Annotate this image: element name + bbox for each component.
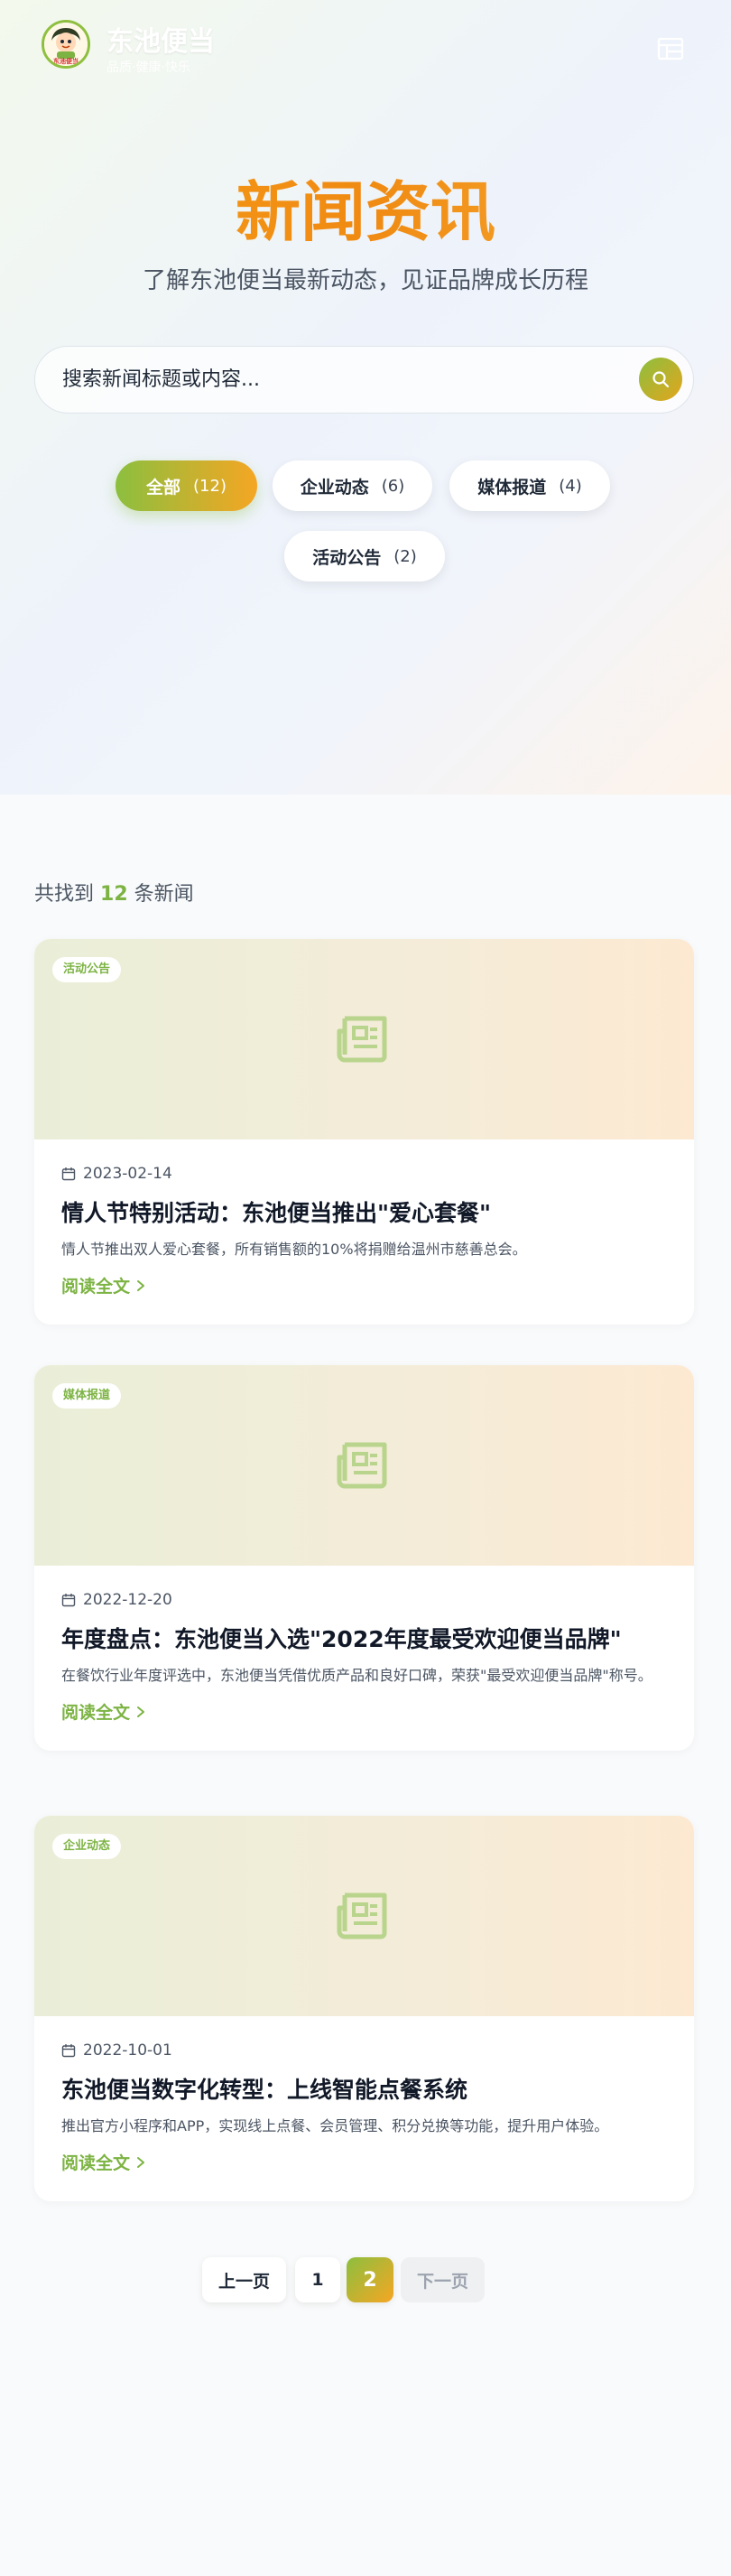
news-card-body: 2022-12-20 年度盘点：东池便当入选"2022年度最受欢迎便当品牌" 在… (34, 1566, 694, 1751)
news-card[interactable]: 活动公告 2023-02-14 情人节特别活动：东池便当推出"爱心套餐" 情人节… (34, 939, 694, 1325)
page-title: 新闻资讯 (0, 172, 731, 253)
site-header: 东池便当 东池便当 品质·健康·快乐 (0, 0, 731, 99)
news-card[interactable]: 媒体报道 2022-12-20 年度盘点：东池便当入选"2022年度最受欢迎便当… (34, 1365, 694, 1751)
menu-icon (657, 37, 684, 60)
read-more-label: 阅读全文 (61, 1277, 131, 1297)
page-subtitle: 了解东池便当最新动态，见证品牌成长历程 (142, 267, 588, 294)
chevron-right-icon (137, 1706, 145, 1717)
news-title[interactable]: 东池便当数字化转型：上线智能点餐系统 (61, 2074, 667, 2106)
news-title[interactable]: 年度盘点：东池便当入选"2022年度最受欢迎便当品牌" (61, 1623, 667, 1656)
pagination: 上一页 1 2 下一页 (0, 2257, 731, 2302)
filter-all[interactable]: 全部 (12) (116, 460, 257, 511)
news-summary: 在餐饮行业年度评选中，东池便当凭借优质产品和良好口碑，荣获"最受欢迎便当品牌"称… (61, 1667, 652, 1684)
filter-count: (6) (381, 476, 405, 496)
page-2-button[interactable]: 2 (347, 2257, 393, 2302)
newspaper-icon (337, 1016, 386, 1063)
news-thumbnail: 媒体报道 (34, 1365, 694, 1566)
news-date: 2022-12-20 (61, 1589, 667, 1611)
result-prefix: 共找到 (34, 883, 95, 906)
result-number: 12 (100, 883, 128, 906)
prev-page-button[interactable]: 上一页 (202, 2257, 286, 2302)
news-card-body: 2022-10-01 东池便当数字化转型：上线智能点餐系统 推出官方小程序和AP… (34, 2016, 694, 2201)
logo-text: 东池便当 (53, 57, 79, 65)
news-card[interactable]: 企业动态 2022-10-01 东池便当数字化转型：上线智能点餐系统 推出官方小… (34, 1816, 694, 2201)
chevron-right-icon (137, 1279, 145, 1291)
news-date-text: 2022-12-20 (83, 1591, 172, 1609)
read-more-link[interactable]: 阅读全文 (61, 1699, 146, 1724)
search-button[interactable] (639, 358, 682, 401)
filter-count: (2) (393, 546, 417, 566)
filter-company-news[interactable]: 企业动态 (6) (273, 460, 432, 511)
read-more-link[interactable]: 阅读全文 (61, 1273, 146, 1297)
filter-label: 媒体报道 (477, 477, 547, 498)
read-more-label: 阅读全文 (61, 1703, 131, 1723)
menu-button[interactable] (657, 36, 684, 61)
calendar-icon (61, 1167, 76, 1181)
news-category-tag: 企业动态 (52, 1834, 122, 1859)
news-card-body: 2023-02-14 情人节特别活动：东池便当推出"爱心套餐" 情人节推出双人爱… (34, 1139, 694, 1325)
result-count: 共找到 12 条新闻 (34, 878, 194, 907)
read-more-label: 阅读全文 (61, 2153, 131, 2173)
newspaper-icon (337, 1892, 386, 1939)
news-thumbnail: 活动公告 (34, 939, 694, 1139)
filter-label: 活动公告 (312, 547, 382, 568)
brand-slogan: 品质·健康·快乐 (106, 60, 190, 75)
news-date-text: 2023-02-14 (83, 1165, 172, 1183)
result-suffix: 条新闻 (134, 883, 194, 906)
filter-label: 企业动态 (300, 477, 369, 498)
logo-mascot-icon: 东池便当 (44, 23, 88, 66)
news-summary: 推出官方小程序和APP，实现线上点餐、会员管理、积分兑换等功能，提升用户体验。 (61, 2117, 609, 2134)
brand-name: 东池便当 (106, 26, 215, 58)
news-category-tag: 媒体报道 (52, 1383, 122, 1409)
search-input[interactable] (62, 347, 586, 412)
news-category-tag: 活动公告 (52, 957, 122, 982)
read-more-link[interactable]: 阅读全文 (61, 2150, 146, 2174)
filter-count: (12) (193, 476, 227, 496)
calendar-icon (61, 2044, 76, 2058)
calendar-icon (61, 1594, 76, 1607)
news-date: 2022-10-01 (61, 2040, 667, 2061)
next-page-button[interactable]: 下一页 (401, 2257, 485, 2302)
filter-media-reports[interactable]: 媒体报道 (4) (449, 460, 610, 511)
filter-label: 全部 (146, 477, 181, 498)
filter-event-notices[interactable]: 活动公告 (2) (284, 531, 445, 581)
chevron-right-icon (137, 2156, 145, 2168)
page-1-button[interactable]: 1 (295, 2257, 340, 2302)
brand-logo[interactable]: 东池便当 (42, 20, 90, 69)
hero-section: 东池便当 东池便当 品质·健康·快乐 新闻资讯 了解东池便当最新动态，见证品牌成… (0, 0, 731, 795)
news-thumbnail: 企业动态 (34, 1816, 694, 2016)
search-icon (652, 371, 670, 388)
news-title[interactable]: 情人节特别活动：东池便当推出"爱心套餐" (61, 1197, 667, 1230)
search-bar (34, 346, 694, 414)
newspaper-icon (337, 1442, 386, 1489)
filter-count: (4) (559, 476, 582, 496)
news-date: 2023-02-14 (61, 1163, 667, 1185)
news-date-text: 2022-10-01 (83, 2041, 172, 2060)
news-summary: 情人节推出双人爱心套餐，所有销售额的10%将捐赠给温州市慈善总会。 (61, 1241, 527, 1258)
brand: 东池便当 品质·健康·快乐 (106, 27, 215, 76)
